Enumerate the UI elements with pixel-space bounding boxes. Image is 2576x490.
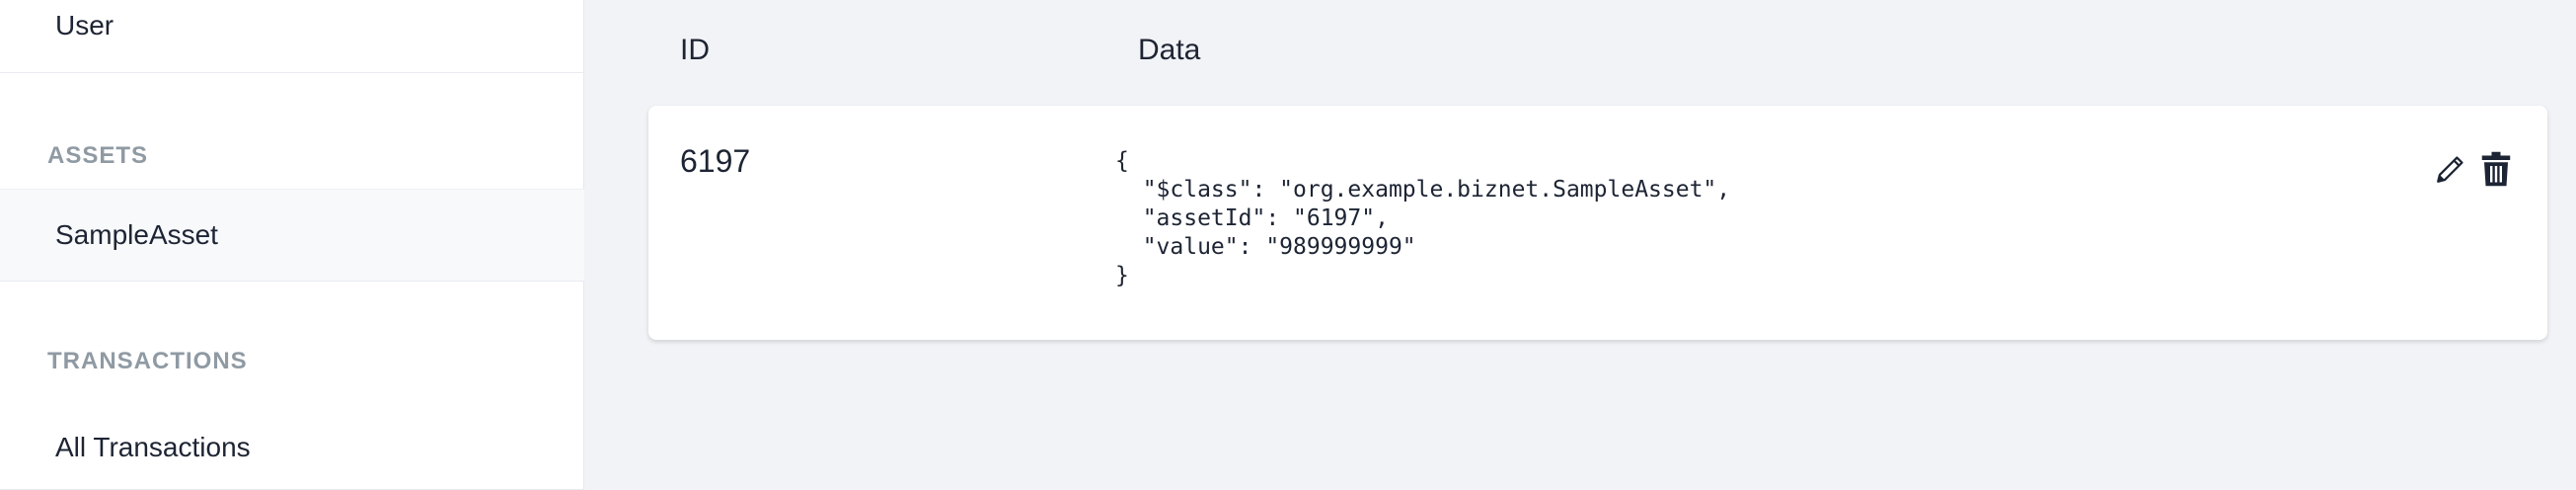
sidebar-item-user[interactable]: User — [0, 0, 584, 73]
sidebar: User ASSETS SampleAsset TRANSACTIONS All… — [0, 0, 584, 490]
main-content: ID Data 6197 { "$class": "org.example.bi… — [585, 0, 2576, 490]
sidebar-item-sampleasset[interactable]: SampleAsset — [0, 189, 584, 282]
column-header-data: Data — [1138, 34, 1201, 66]
sidebar-item-all-transactions[interactable]: All Transactions — [0, 405, 584, 490]
row-id: 6197 — [680, 143, 751, 179]
column-header-id: ID — [680, 34, 710, 66]
sidebar-item-label: All Transactions — [55, 431, 251, 462]
sidebar-item-label: User — [55, 10, 114, 41]
edit-button[interactable] — [2433, 149, 2468, 189]
table-row: 6197 { "$class": "org.example.biznet.Sam… — [648, 106, 2547, 340]
sidebar-section-assets-header: ASSETS — [47, 142, 149, 169]
pencil-icon — [2437, 156, 2463, 183]
sidebar-section-transactions-header: TRANSACTIONS — [47, 348, 248, 374]
sidebar-item-label: SampleAsset — [55, 219, 218, 250]
row-actions — [2433, 149, 2514, 189]
row-json-data: { "$class": "org.example.biznet.SampleAs… — [1115, 148, 1731, 288]
trash-icon — [2481, 151, 2511, 187]
delete-button[interactable] — [2478, 149, 2514, 189]
